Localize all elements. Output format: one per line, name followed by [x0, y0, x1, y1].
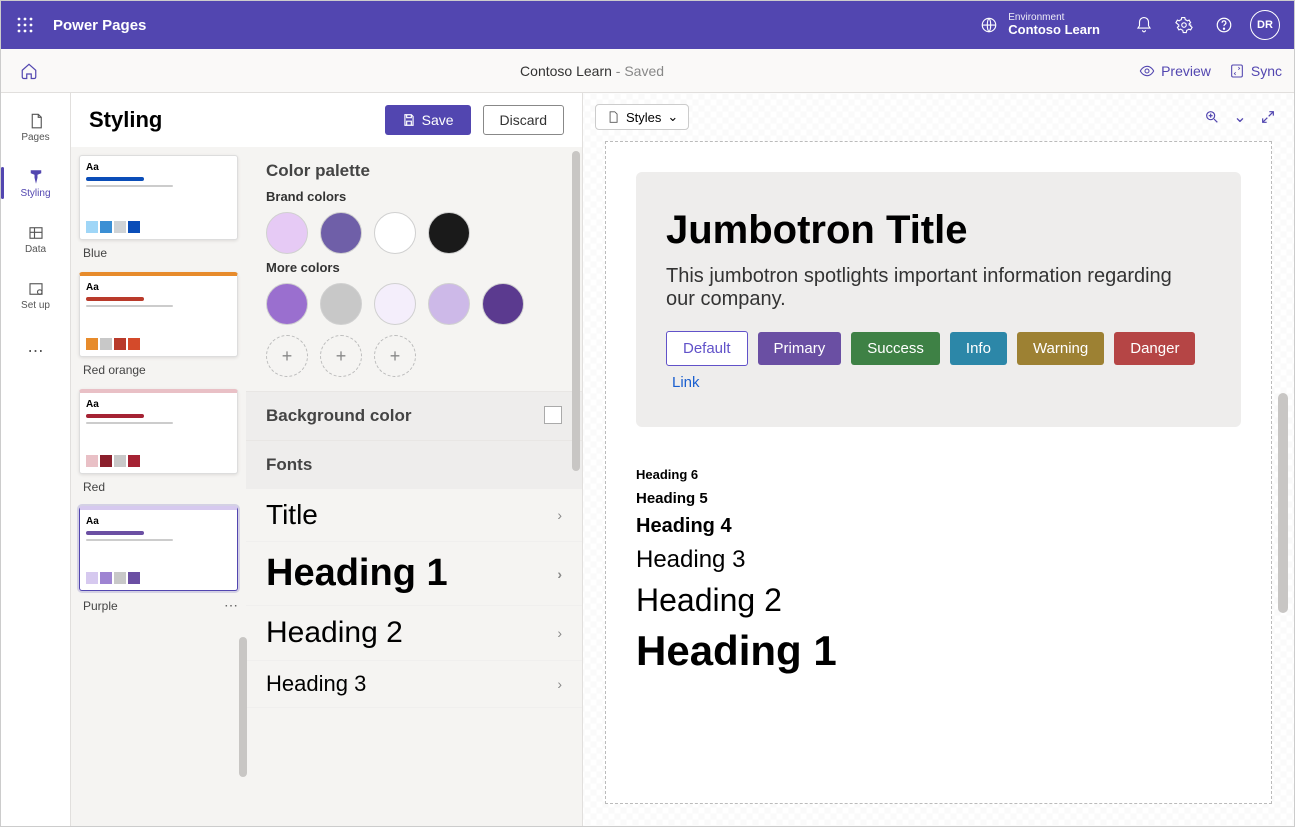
- sync-button[interactable]: Sync: [1229, 63, 1282, 79]
- font-row-h3[interactable]: Heading 3›: [246, 661, 582, 708]
- preview-h1: Heading 1: [636, 627, 1241, 675]
- vertical-nav: Pages Styling Data Set up ⋯: [1, 93, 71, 826]
- preview-frame: Jumbotron Title This jumbotron spotlight…: [605, 141, 1272, 804]
- scrollbar-thumb[interactable]: [239, 637, 247, 777]
- bg-color-swatch[interactable]: [544, 406, 562, 424]
- scrollbar-thumb[interactable]: [1278, 393, 1288, 613]
- chevron-down-icon: ⌄: [667, 109, 678, 125]
- environment-name: Contoso Learn: [1008, 23, 1100, 37]
- save-button[interactable]: Save: [385, 105, 471, 135]
- chevron-down-icon[interactable]: ⌄: [1226, 103, 1254, 131]
- btn-success[interactable]: Success: [851, 332, 940, 365]
- chevron-right-icon: ›: [557, 676, 562, 692]
- preview-h4: Heading 4: [636, 515, 1241, 538]
- theme-list: Aa Blue Aa: [71, 147, 246, 826]
- more-color-swatch[interactable]: [428, 283, 470, 325]
- theme-label: Purple: [83, 599, 118, 613]
- topbar: Power Pages Environment Contoso Learn DR: [1, 1, 1294, 49]
- preview-h5: Heading 5: [636, 490, 1241, 507]
- preview-h3: Heading 3: [636, 546, 1241, 574]
- theme-label: Red: [79, 480, 238, 494]
- styling-title: Styling: [89, 107, 373, 133]
- preview-h6: Heading 6: [636, 467, 1241, 482]
- zoom-icon[interactable]: [1198, 103, 1226, 131]
- theme-card-red-orange[interactable]: Aa: [79, 272, 238, 357]
- brand-color-swatch[interactable]: [266, 212, 308, 254]
- nav-data[interactable]: Data: [1, 211, 70, 267]
- btn-danger[interactable]: Danger: [1114, 332, 1195, 365]
- environment-switcher[interactable]: Environment Contoso Learn: [980, 12, 1100, 37]
- nav-setup[interactable]: Set up: [1, 267, 70, 323]
- preview-canvas: Styles ⌄ ⌄ Jumbotron Title This jumbotro…: [583, 93, 1294, 826]
- btn-default[interactable]: Default: [666, 331, 748, 366]
- add-color-button[interactable]: +: [266, 335, 308, 377]
- jumbotron-text: This jumbotron spotlights important info…: [666, 265, 1186, 311]
- chevron-right-icon: ›: [557, 625, 562, 641]
- theme-card-red[interactable]: Aa: [79, 389, 238, 474]
- theme-label: Red orange: [79, 363, 238, 377]
- more-color-swatch[interactable]: [320, 283, 362, 325]
- theme-card-blue[interactable]: Aa: [79, 155, 238, 240]
- add-color-button[interactable]: +: [320, 335, 362, 377]
- jumbotron: Jumbotron Title This jumbotron spotlight…: [636, 172, 1241, 427]
- more-color-swatch[interactable]: [374, 283, 416, 325]
- chevron-right-icon: ›: [557, 507, 562, 523]
- palette-title: Color palette: [266, 161, 562, 181]
- properties-panel: Color palette Brand colors More colors: [246, 147, 582, 826]
- brand-color-swatch[interactable]: [428, 212, 470, 254]
- brand-color-swatch[interactable]: [320, 212, 362, 254]
- brand-color-swatch[interactable]: [374, 212, 416, 254]
- app-title: Power Pages: [53, 17, 146, 34]
- document-title: Contoso Learn - Saved: [45, 63, 1139, 79]
- preview-button[interactable]: Preview: [1139, 63, 1211, 79]
- fonts-title: Fonts: [266, 455, 562, 475]
- styles-dropdown[interactable]: Styles ⌄: [595, 104, 689, 130]
- btn-link[interactable]: Link: [666, 374, 1211, 391]
- font-row-title[interactable]: Title›: [246, 489, 582, 542]
- user-avatar[interactable]: DR: [1250, 10, 1280, 40]
- jumbotron-title: Jumbotron Title: [666, 208, 1211, 253]
- chevron-right-icon: ›: [557, 566, 562, 582]
- brand-colors-label: Brand colors: [266, 189, 562, 204]
- command-bar: Contoso Learn - Saved Preview Sync: [1, 49, 1294, 93]
- nav-more-icon[interactable]: ⋯: [1, 323, 70, 379]
- bg-color-title: Background color: [266, 406, 411, 425]
- notifications-icon[interactable]: [1124, 5, 1164, 45]
- more-colors-label: More colors: [266, 260, 562, 275]
- font-row-h2[interactable]: Heading 2›: [246, 606, 582, 661]
- environment-label: Environment: [1008, 12, 1100, 23]
- theme-label: Blue: [79, 246, 238, 260]
- nav-styling[interactable]: Styling: [1, 155, 70, 211]
- settings-icon[interactable]: [1164, 5, 1204, 45]
- btn-primary[interactable]: Primary: [758, 332, 842, 365]
- font-row-h1[interactable]: Heading 1›: [246, 542, 582, 606]
- btn-info[interactable]: Info: [950, 332, 1007, 365]
- preview-h2: Heading 2: [636, 582, 1241, 619]
- more-color-swatch[interactable]: [266, 283, 308, 325]
- nav-pages[interactable]: Pages: [1, 99, 70, 155]
- theme-card-purple[interactable]: Aa: [79, 506, 238, 591]
- discard-button[interactable]: Discard: [483, 105, 564, 135]
- styling-panel: Styling Save Discard Aa: [71, 93, 583, 826]
- home-icon[interactable]: [13, 55, 45, 87]
- help-icon[interactable]: [1204, 5, 1244, 45]
- theme-more-icon[interactable]: ⋯: [224, 597, 238, 614]
- more-color-swatch[interactable]: [482, 283, 524, 325]
- btn-warning[interactable]: Warning: [1017, 332, 1104, 365]
- app-launcher-icon[interactable]: [9, 9, 41, 41]
- expand-icon[interactable]: [1254, 103, 1282, 131]
- scrollbar-thumb[interactable]: [572, 151, 580, 471]
- add-color-button[interactable]: +: [374, 335, 416, 377]
